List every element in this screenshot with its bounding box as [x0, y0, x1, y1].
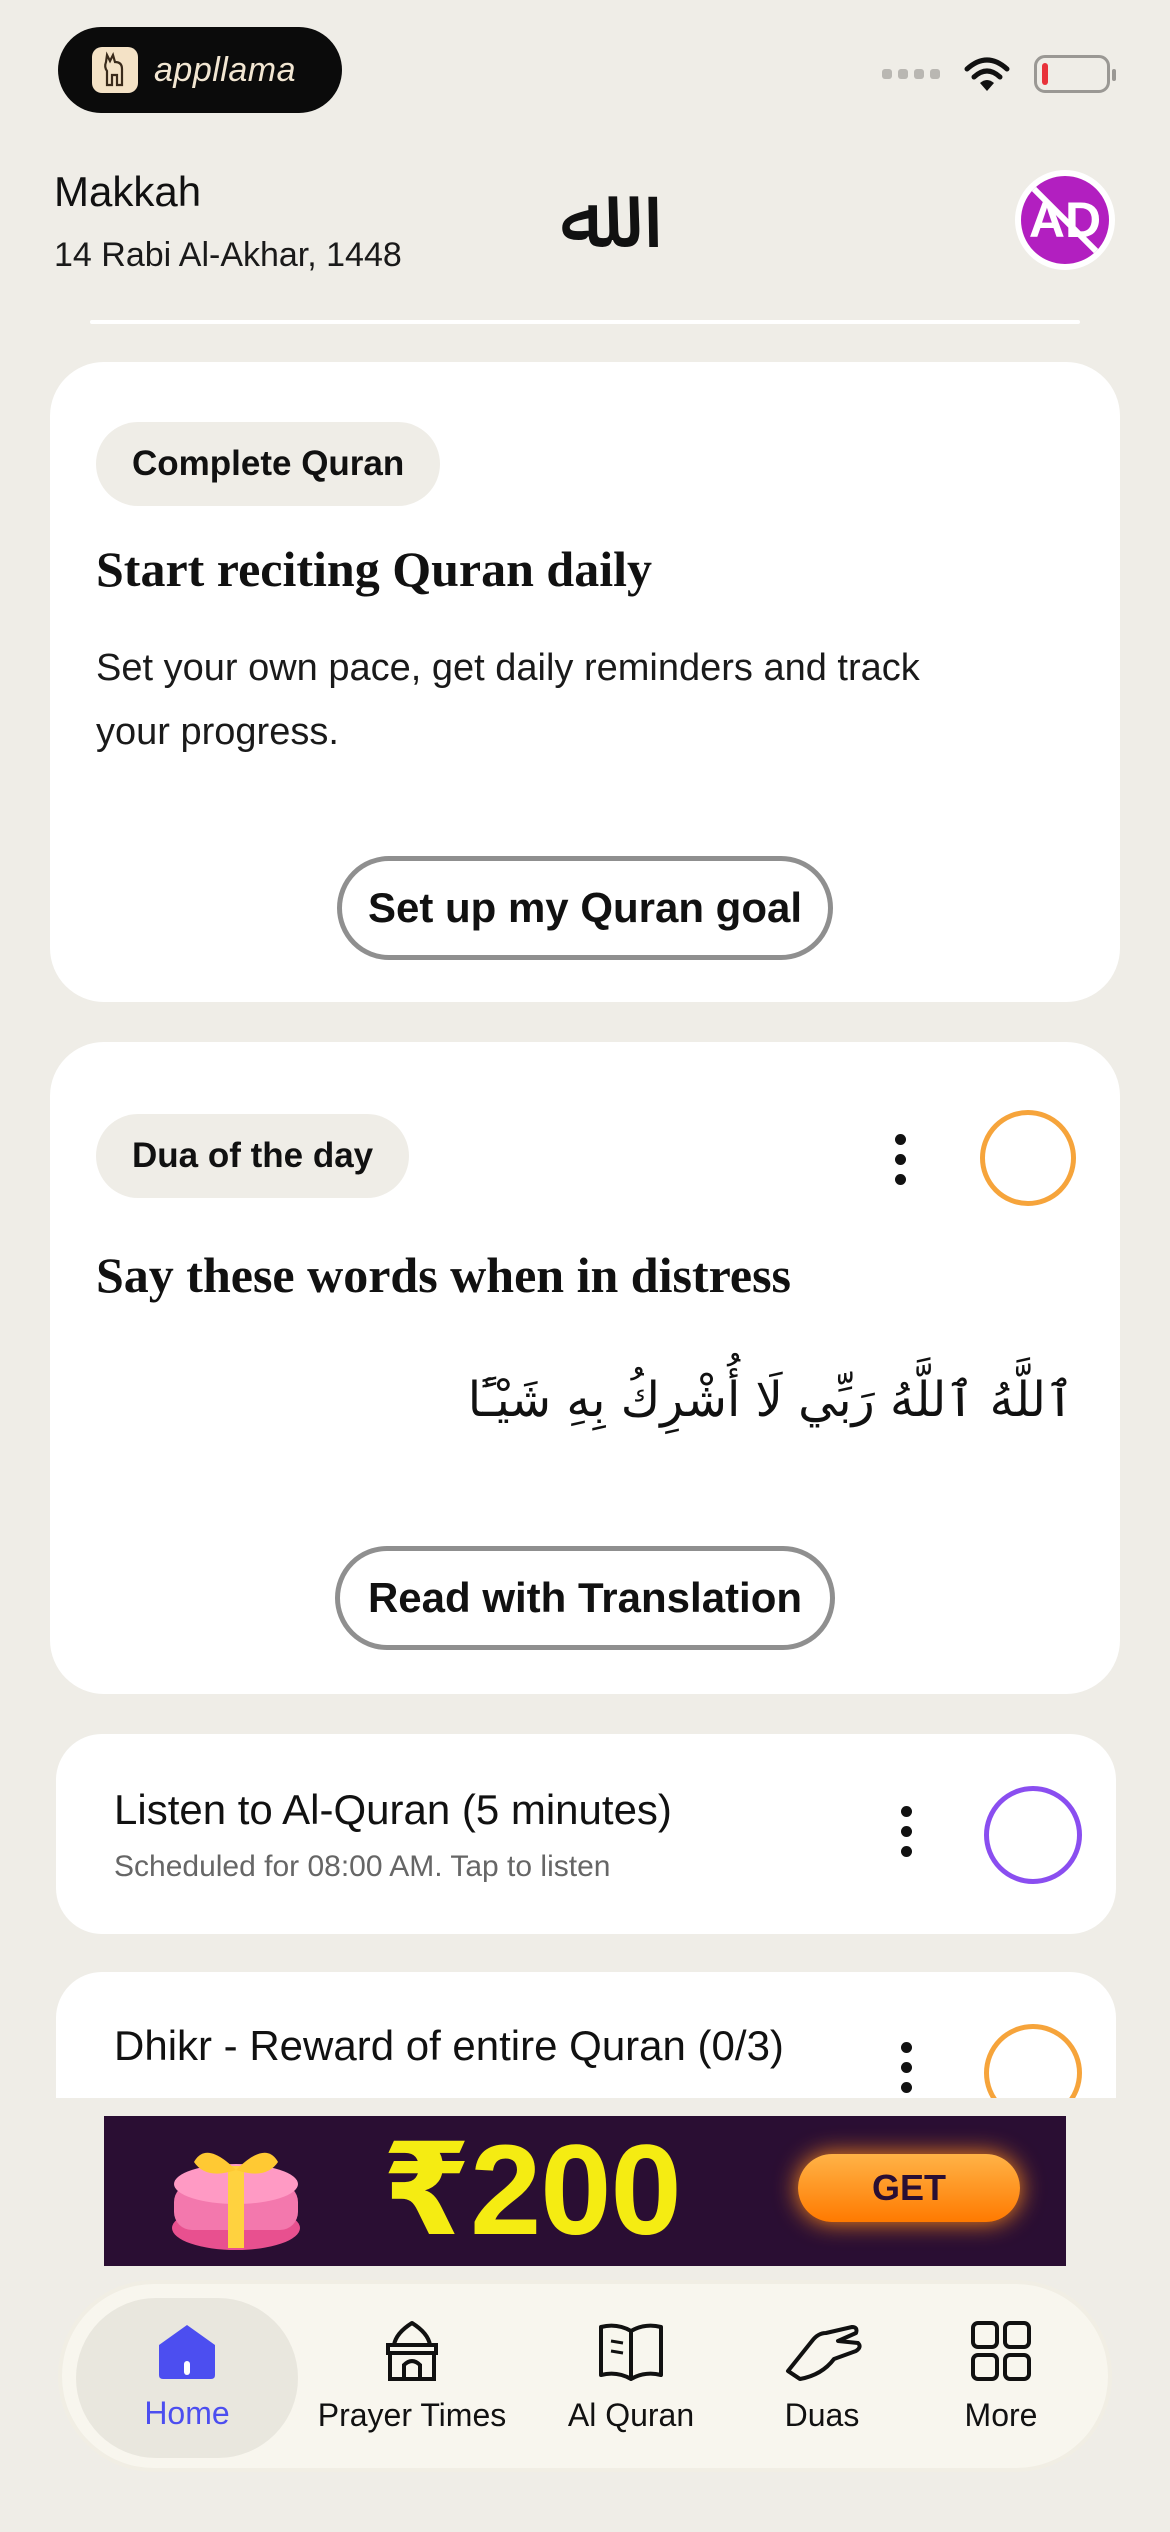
dua-title: Say these words when in distress [96, 1247, 791, 1303]
nav-prayer-times-label: Prayer Times [317, 2396, 507, 2433]
promo-banner-ad[interactable]: ₹200 GET [104, 2116, 1066, 2266]
task-title: Dhikr - Reward of entire Quran (0/3) [114, 2022, 784, 2069]
task-listen-quran[interactable]: Listen to Al-Quran (5 minutes) Scheduled… [56, 1734, 1116, 1934]
task-dhikr[interactable]: Dhikr - Reward of entire Quran (0/3) [56, 1972, 1116, 2098]
complete-quran-chip: Complete Quran [96, 422, 441, 506]
task-more-options-icon[interactable] [896, 1806, 916, 1857]
setup-quran-goal-button[interactable]: Set up my Quran goal [337, 856, 833, 960]
city-name[interactable]: Makkah [54, 168, 201, 216]
llama-logo-icon [92, 47, 138, 93]
dua-of-day-chip: Dua of the day [96, 1114, 410, 1198]
wifi-icon [964, 57, 1010, 91]
hijri-date: 14 Rabi Al-Akhar, 1448 [54, 236, 402, 274]
book-icon [599, 2323, 663, 2381]
dua-arabic-text: ٱللَّهُ ٱللَّهُ رَبِّي لَا أُشْرِكُ بِهِ… [467, 1372, 1074, 1428]
nav-duas-label: Duas [784, 2396, 860, 2433]
quran-goal-description: Set your own pace, get daily reminders a… [96, 647, 920, 753]
task-subtitle: Scheduled for 08:00 AM. Tap to listen [114, 1850, 611, 1883]
task-title: Listen to Al-Quran (5 minutes) [114, 1786, 672, 1833]
remove-ads-button[interactable]: AD [1015, 170, 1115, 270]
praying-hands-icon [786, 2324, 862, 2381]
task-more-options-icon[interactable] [896, 2042, 916, 2093]
dua-of-day-card: Dua of the day Say these words when in d… [50, 1042, 1120, 1694]
gift-box-icon [172, 2152, 300, 2250]
dua-more-options-icon[interactable] [890, 1134, 910, 1185]
bottom-navigation: Home Prayer Times Al Quran Duas More [62, 2284, 1108, 2468]
nav-al-quran[interactable]: Al Quran [526, 2284, 736, 2468]
battery-low-icon [1034, 55, 1116, 93]
nav-more[interactable]: More [908, 2284, 1094, 2468]
quran-goal-title: Start reciting Quran daily [96, 541, 653, 597]
nav-prayer-times[interactable]: Prayer Times [298, 2284, 526, 2468]
nav-home-label: Home [144, 2394, 230, 2431]
scroll-divider [90, 320, 1080, 324]
task-complete-checkbox[interactable] [984, 2024, 1082, 2098]
allah-calligraphy-icon: ﷲ [559, 168, 611, 268]
nav-more-label: More [964, 2396, 1038, 2433]
app-logo-text: appllama [154, 50, 296, 89]
nav-duas[interactable]: Duas [736, 2284, 908, 2468]
signal-icon [882, 69, 940, 79]
quran-goal-card: Complete Quran Start reciting Quran dail… [50, 362, 1120, 1002]
task-list-clip: Dhikr - Reward of entire Quran (0/3) [0, 1954, 1170, 2098]
promo-get-button[interactable]: GET [798, 2154, 1020, 2222]
status-indicators [882, 55, 1116, 93]
promo-amount: ₹200 [382, 2119, 682, 2262]
nav-home[interactable]: Home [76, 2284, 298, 2468]
grid-icon [971, 2320, 1031, 2381]
app-logo-pill: appllama [58, 27, 342, 113]
nav-al-quran-label: Al Quran [567, 2396, 695, 2433]
task-complete-checkbox[interactable] [984, 1786, 1082, 1884]
mosque-icon [386, 2320, 438, 2381]
dua-complete-checkbox[interactable] [980, 1110, 1076, 1206]
home-icon [159, 2324, 215, 2379]
read-with-translation-button[interactable]: Read with Translation [335, 1546, 835, 1650]
